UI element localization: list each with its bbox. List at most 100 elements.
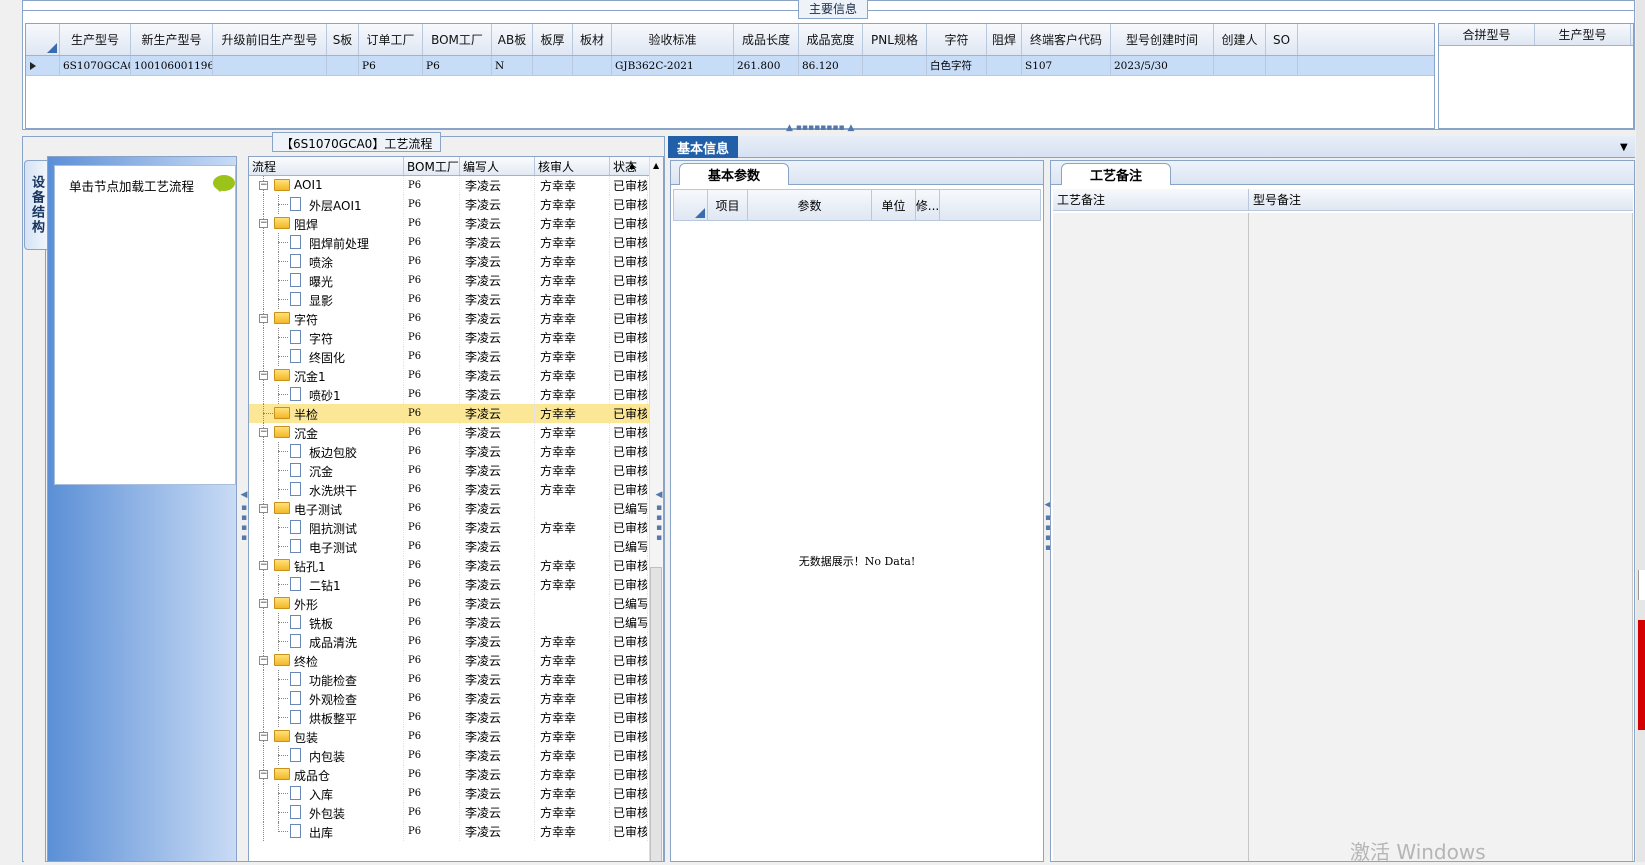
- tree-row[interactable]: 出库 P6 李凌云 方幸幸 已审核: [249, 822, 663, 841]
- tree-node[interactable]: 阻抗测试: [249, 518, 404, 537]
- tree-node[interactable]: 字符: [249, 328, 404, 347]
- tree-row[interactable]: 字符 P6 李凌云 方幸幸 已审核: [249, 328, 663, 347]
- table-cell[interactable]: 261.800: [734, 56, 799, 75]
- table-cell[interactable]: 白色字符: [927, 56, 987, 75]
- tree-row[interactable]: 功能检查 P6 李凌云 方幸幸 已审核: [249, 670, 663, 689]
- table-cell[interactable]: [213, 56, 327, 75]
- table-cell[interactable]: S107: [1022, 56, 1111, 75]
- col-param[interactable]: 参数: [748, 190, 872, 220]
- tree-row[interactable]: 外层AOI1 P6 李凌云 方幸幸 已审核: [249, 195, 663, 214]
- table-cell[interactable]: 86.120: [799, 56, 863, 75]
- tree-row[interactable]: − 阻焊 P6 李凌云 方幸幸 已审核: [249, 214, 663, 233]
- tree-col-header[interactable]: 流程: [249, 157, 404, 175]
- tree-node[interactable]: 电子测试: [249, 537, 404, 556]
- tree-row[interactable]: 喷涂 P6 李凌云 方幸幸 已审核: [249, 252, 663, 271]
- table-cell[interactable]: GJB362C-2021: [612, 56, 734, 75]
- col-header[interactable]: 板厚: [533, 24, 573, 55]
- col-header[interactable]: PNL规格: [863, 24, 927, 55]
- col-header[interactable]: 生产型号: [60, 24, 131, 55]
- tree-row[interactable]: − 钻孔1 P6 李凌云 方幸幸 已审核: [249, 556, 663, 575]
- col-header[interactable]: 阻焊: [987, 24, 1022, 55]
- collapse-icon[interactable]: −: [259, 561, 268, 570]
- equipment-tree[interactable]: 单击节点加载工艺流程: [54, 165, 236, 485]
- tree-row[interactable]: − 包装 P6 李凌云 方幸幸 已审核: [249, 727, 663, 746]
- col-header[interactable]: 验收标准: [612, 24, 734, 55]
- process-flow-tree[interactable]: 流程 BOM工厂 编写人 核审人 状态 ▲ − AOI1 P6 李凌云 方幸幸 已审核 外层AOI1 P…: [248, 156, 664, 862]
- tree-node[interactable]: 半检: [249, 404, 404, 423]
- collapse-icon[interactable]: −: [259, 181, 268, 190]
- table-cell[interactable]: [573, 56, 612, 75]
- tree-node[interactable]: 外观检查: [249, 689, 404, 708]
- table-row[interactable]: 6S1070GCA010010600119668P6P6NGJB362C-202…: [26, 56, 1434, 76]
- tab-basic-info[interactable]: 基本信息: [668, 136, 738, 158]
- tree-row[interactable]: − 字符 P6 李凌云 方幸幸 已审核: [249, 309, 663, 328]
- tree-row[interactable]: 铣板 P6 李凌云 已编写: [249, 613, 663, 632]
- tree-node[interactable]: 曝光: [249, 271, 404, 290]
- table-cell[interactable]: [987, 56, 1022, 75]
- col-process-notes[interactable]: 工艺备注: [1053, 189, 1249, 210]
- tree-row[interactable]: 沉金 P6 李凌云 方幸幸 已审核: [249, 461, 663, 480]
- tab-equipment-structure[interactable]: 设备结构: [24, 160, 48, 250]
- sort-up-icon[interactable]: ▲: [629, 161, 635, 170]
- collapse-icon[interactable]: −: [259, 656, 268, 665]
- tree-row[interactable]: 阻抗测试 P6 李凌云 方幸幸 已审核: [249, 518, 663, 537]
- collapse-icon[interactable]: −: [259, 371, 268, 380]
- col-header[interactable]: 创建人: [1214, 24, 1266, 55]
- tree-node[interactable]: 内包装: [249, 746, 404, 765]
- tree-row[interactable]: − 终检 P6 李凌云 方幸幸 已审核: [249, 651, 663, 670]
- scroll-up-icon[interactable]: ▲: [653, 161, 659, 170]
- model-notes-field[interactable]: [1249, 213, 1633, 861]
- tree-node[interactable]: − 终检: [249, 651, 404, 670]
- tree-row[interactable]: 显影 P6 李凌云 方幸幸 已审核: [249, 290, 663, 309]
- tree-node[interactable]: 喷涂: [249, 252, 404, 271]
- col-item[interactable]: 项目: [708, 190, 748, 220]
- tab-process-notes[interactable]: 工艺备注: [1061, 163, 1171, 185]
- collapse-icon[interactable]: −: [259, 770, 268, 779]
- col-header[interactable]: 字符: [927, 24, 987, 55]
- tree-row[interactable]: − 沉金1 P6 李凌云 方幸幸 已审核: [249, 366, 663, 385]
- col-header[interactable]: 板材: [573, 24, 612, 55]
- tree-node[interactable]: − 钻孔1: [249, 556, 404, 575]
- tree-col-header[interactable]: 编写人: [460, 157, 535, 175]
- col-header[interactable]: 升级前旧生产型号: [213, 24, 327, 55]
- chevron-down-icon[interactable]: ▼: [1620, 142, 1628, 153]
- tree-node[interactable]: − 包装: [249, 727, 404, 746]
- collapse-icon[interactable]: −: [259, 732, 268, 741]
- tree-row[interactable]: 水洗烘干 P6 李凌云 方幸幸 已审核: [249, 480, 663, 499]
- collapse-icon[interactable]: −: [259, 219, 268, 228]
- table-cell[interactable]: 2023/5/30: [1111, 56, 1214, 75]
- tab-basic-params[interactable]: 基本参数: [679, 163, 789, 185]
- tree-node[interactable]: − 外形: [249, 594, 404, 613]
- col-header[interactable]: 订单工厂: [359, 24, 423, 55]
- tree-row[interactable]: 外观检查 P6 李凌云 方幸幸 已审核: [249, 689, 663, 708]
- tree-node[interactable]: 外层AOI1: [249, 195, 404, 214]
- col-header[interactable]: 成品宽度: [799, 24, 863, 55]
- scroll-thumb[interactable]: [650, 567, 662, 861]
- tree-node[interactable]: 喷砂1: [249, 385, 404, 404]
- tree-node[interactable]: 阻焊前处理: [249, 233, 404, 252]
- tree-node[interactable]: − AOI1: [249, 176, 404, 195]
- tree-node[interactable]: 外包装: [249, 803, 404, 822]
- tree-node[interactable]: 铣板: [249, 613, 404, 632]
- col-header[interactable]: BOM工厂: [423, 24, 492, 55]
- col-header[interactable]: 新生产型号: [131, 24, 213, 55]
- col-unit[interactable]: 单位: [872, 190, 916, 220]
- tree-row[interactable]: − 外形 P6 李凌云 已编写: [249, 594, 663, 613]
- tree-node[interactable]: 功能检查: [249, 670, 404, 689]
- tree-node[interactable]: − 沉金: [249, 423, 404, 442]
- tree-row[interactable]: 喷砂1 P6 李凌云 方幸幸 已审核: [249, 385, 663, 404]
- table-cell[interactable]: [327, 56, 359, 75]
- col-header[interactable]: 合拼型号: [1439, 24, 1535, 45]
- table-cell[interactable]: P6: [423, 56, 492, 75]
- grid-corner[interactable]: [674, 190, 708, 220]
- tree-node[interactable]: 入库: [249, 784, 404, 803]
- col-header[interactable]: AB板: [492, 24, 533, 55]
- tree-row[interactable]: 烘板整平 P6 李凌云 方幸幸 已审核: [249, 708, 663, 727]
- tree-row[interactable]: − AOI1 P6 李凌云 方幸幸 已审核: [249, 176, 663, 195]
- tree-row[interactable]: 板边包胶 P6 李凌云 方幸幸 已审核: [249, 442, 663, 461]
- tree-node[interactable]: 终固化: [249, 347, 404, 366]
- tree-row[interactable]: 二钻1 P6 李凌云 方幸幸 已审核: [249, 575, 663, 594]
- table-cell[interactable]: 6S1070GCA0: [60, 56, 131, 75]
- tree-row[interactable]: 入库 P6 李凌云 方幸幸 已审核: [249, 784, 663, 803]
- tree-row[interactable]: 外包装 P6 李凌云 方幸幸 已审核: [249, 803, 663, 822]
